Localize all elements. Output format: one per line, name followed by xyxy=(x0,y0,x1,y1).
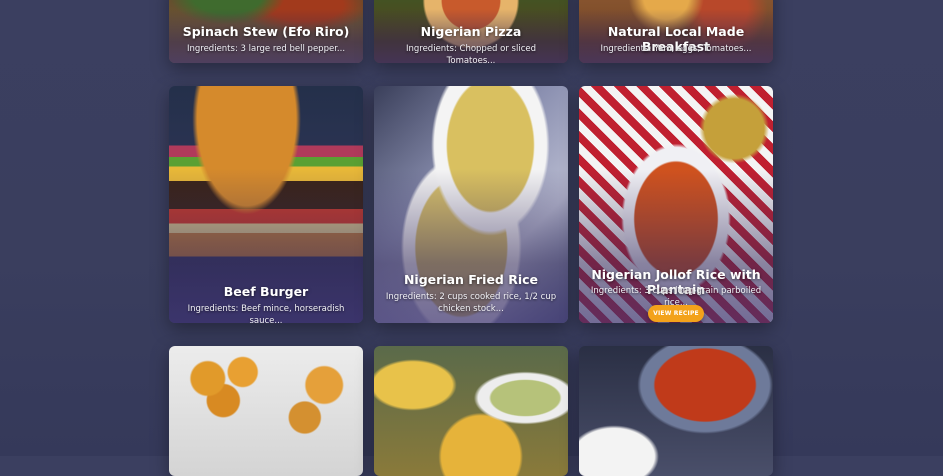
recipe-ingredients: Ingredients: 2 cups cooked rice, 1/2 cup… xyxy=(385,292,557,314)
recipe-card-spinach-stew[interactable]: Spinach Stew (Efo Riro) Ingredients: 3 l… xyxy=(169,0,363,63)
recipe-title: Spinach Stew (Efo Riro) xyxy=(182,24,350,39)
recipe-card-beef-burger[interactable]: Beef Burger Ingredients: Beef mince, hor… xyxy=(169,86,363,323)
stew-image xyxy=(579,346,773,476)
recipe-card-local-breakfast[interactable]: Natural Local Made Breakfast Ingredients… xyxy=(579,0,773,63)
view-recipe-button[interactable]: VIEW RECIPE xyxy=(648,305,704,322)
recipe-ingredients: Ingredients: Chopped or sliced Tomatoes.… xyxy=(405,44,536,63)
recipe-card-jollof-rice[interactable]: Nigerian Jollof Rice with Plantain Ingre… xyxy=(579,86,773,323)
plantain-image xyxy=(374,346,568,476)
recipe-title: Nigerian Fried Rice xyxy=(403,272,539,287)
recipe-ingredients: Ingredients: Yam, eggs, Tomatoes... xyxy=(600,44,752,54)
recipe-title: Nigerian Pizza xyxy=(420,24,522,39)
recipe-card-bottom-1[interactable] xyxy=(169,346,363,476)
recipe-ingredients: Ingredients: 3 large red bell pepper... xyxy=(186,44,346,54)
recipe-card-bottom-2[interactable] xyxy=(374,346,568,476)
recipe-card-nigerian-pizza[interactable]: Nigerian Pizza Ingredients: Chopped or s… xyxy=(374,0,568,63)
recipe-card-fried-rice[interactable]: Nigerian Fried Rice Ingredients: 2 cups … xyxy=(374,86,568,323)
recipe-title: Beef Burger xyxy=(223,284,309,299)
recipe-card-bottom-3[interactable] xyxy=(579,346,773,476)
recipe-ingredients: Ingredients: Beef mince, horseradish sau… xyxy=(187,304,345,323)
puff-puff-image xyxy=(169,346,363,476)
